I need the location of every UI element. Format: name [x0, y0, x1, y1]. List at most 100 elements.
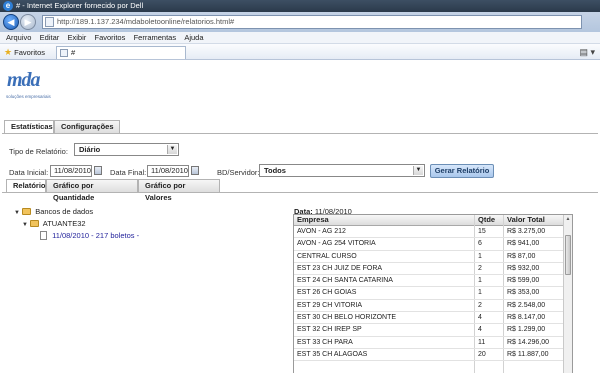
table-row[interactable]: CENTRAL CURSO 1 R$ 87,00	[294, 251, 564, 263]
menu-bar: Arquivo Editar Exibir Favoritos Ferramen…	[0, 32, 600, 44]
scroll-thumb[interactable]	[565, 235, 571, 275]
table-row[interactable]: AVON - AG 212 15 R$ 3.275,00	[294, 226, 564, 239]
cell-qtde: 6	[478, 240, 482, 248]
column-qtde[interactable]: Qtde	[478, 215, 495, 225]
address-bar[interactable]: http://189.1.137.234/mdaboletoonline/rel…	[42, 15, 582, 29]
cell-valor-total: R$ 11.887,00	[507, 350, 549, 358]
cell-empresa: EST 30 CH BELO HORIZONTE	[297, 314, 397, 322]
collapse-icon[interactable]: ▼	[22, 220, 28, 230]
address-row: ◀ ▶ http://189.1.137.234/mdaboletoonline…	[0, 12, 600, 32]
tree-node-child[interactable]: ▼ ATUANTE32	[22, 219, 86, 230]
window-titlebar: e # - Internet Explorer fornecido por De…	[0, 0, 600, 12]
cell-valor-total: R$ 14.296,00	[507, 338, 550, 346]
menu-exibir[interactable]: Exibir	[68, 32, 87, 44]
cell-empresa: EST 29 CH VITORIA	[297, 301, 363, 309]
star-icon: ★	[4, 47, 13, 57]
favorites-button[interactable]: ★ Favoritos	[4, 47, 45, 58]
company-logo: mda soluções empresariais	[4, 67, 52, 107]
window-title: # - Internet Explorer fornecido por Dell	[16, 1, 144, 10]
table-row[interactable]: EST 30 CH BELO HORIZONTE 4 R$ 8.147,00	[294, 312, 564, 325]
table-scrollbar[interactable]: ▲	[563, 215, 572, 373]
cell-valor-total: R$ 1.299,00	[507, 326, 546, 334]
gerar-relatorio-button[interactable]: Gerar Relatório	[430, 164, 494, 178]
table-row[interactable]: AVON - AG 254 VITORIA 6 R$ 941,00	[294, 238, 564, 251]
cell-valor-total: R$ 932,00	[507, 264, 540, 272]
tab-grafico-valores[interactable]: Gráfico por Valores	[138, 179, 220, 202]
column-empresa[interactable]: Empresa	[297, 215, 329, 225]
table-row[interactable]: EST 32 CH IREP SP 4 R$ 1.299,00	[294, 324, 564, 337]
tabs-divider	[2, 133, 598, 134]
page-tools-icon[interactable]: ▤ ▾	[579, 47, 595, 58]
tab-grafico-quantidade[interactable]: Gráfico por Quantidade	[46, 179, 138, 202]
document-icon	[40, 231, 47, 240]
collapse-icon[interactable]: ▼	[14, 208, 20, 218]
forward-button[interactable]: ▶	[20, 14, 36, 30]
cell-qtde: 2	[478, 301, 482, 309]
menu-arquivo[interactable]: Arquivo	[6, 32, 31, 44]
tab-estatisticas[interactable]: Estatísticas	[4, 120, 54, 134]
cell-empresa: EST 23 CH JUIZ DE FORA	[297, 264, 383, 272]
cell-qtde: 1	[478, 252, 482, 260]
servidor-select[interactable]: Todos ▼	[259, 164, 425, 177]
tree-node-leaf[interactable]: 11/08/2010 - 217 boletos -	[40, 231, 139, 241]
data-final-input[interactable]: 11/08/2010	[147, 165, 189, 177]
cell-empresa: EST 24 CH SANTA CATARINA	[297, 277, 393, 285]
table-row[interactable]: EST 26 CH GOIAS 1 R$ 353,00	[294, 287, 564, 300]
tree-leaf-link[interactable]: 11/08/2010 - 217 boletos -	[52, 231, 139, 240]
calendar-icon[interactable]	[191, 166, 199, 175]
menu-ferramentas[interactable]: Ferramentas	[134, 32, 177, 44]
menu-editar[interactable]: Editar	[40, 32, 60, 44]
cell-valor-total: R$ 3.275,00	[507, 228, 546, 235]
cell-qtde: 1	[478, 289, 482, 297]
cell-empresa: CENTRAL CURSO	[297, 252, 357, 260]
table-row[interactable]: EST 33 CH PARA 11 R$ 14.296,00	[294, 337, 564, 349]
cell-qtde: 4	[478, 314, 482, 322]
cell-empresa: EST 33 CH PARA	[297, 338, 353, 346]
browser-tab[interactable]: #	[56, 46, 186, 59]
tab-relatorio[interactable]: Relatório	[6, 179, 46, 193]
menu-favoritos[interactable]: Favoritos	[95, 32, 126, 44]
table-row[interactable]: EST 35 CH ALAGOAS 20 R$ 11.887,00	[294, 349, 564, 362]
cell-empresa: EST 26 CH GOIAS	[297, 289, 357, 297]
back-button[interactable]: ◀	[3, 14, 19, 30]
cell-empresa: AVON - AG 254 VITORIA	[297, 240, 376, 248]
favorites-label: Favoritos	[14, 48, 46, 57]
cell-valor-total: R$ 2.548,00	[507, 301, 546, 309]
table-row[interactable]: EST 29 CH VITORIA 2 R$ 2.548,00	[294, 300, 564, 313]
favorites-bar: ★ Favoritos # ▤ ▾	[0, 44, 600, 60]
address-text: http://189.1.137.234/mdaboletoonline/rel…	[57, 17, 235, 26]
calendar-icon[interactable]	[94, 166, 102, 175]
cell-qtde: 15	[478, 228, 486, 235]
page-icon	[45, 17, 54, 27]
servidor-value: Todos	[264, 166, 286, 175]
data-inicial-input[interactable]: 11/08/2010	[50, 165, 92, 177]
cell-valor-total: R$ 8.147,00	[507, 314, 546, 322]
cell-qtde: 20	[478, 350, 486, 358]
chevron-down-icon: ▼	[167, 145, 177, 154]
data-final-label: Data Final:	[110, 168, 147, 177]
tipo-relatorio-label: Tipo de Relatório:	[9, 147, 68, 156]
cell-qtde: 4	[478, 326, 482, 334]
logo-name: mda	[7, 69, 41, 91]
results-table: Empresa Qtde Valor Total AVON - AG 212 15…	[293, 214, 573, 373]
table-header: Empresa Qtde Valor Total	[294, 215, 564, 226]
menu-ajuda[interactable]: Ajuda	[184, 32, 203, 44]
cell-empresa: AVON - AG 212	[297, 228, 346, 235]
cell-qtde: 11	[478, 338, 486, 346]
tab-page-icon	[60, 49, 68, 57]
tipo-relatorio-value: Diário	[79, 145, 101, 154]
cell-valor-total: R$ 353,00	[507, 289, 540, 297]
cell-empresa: EST 32 CH IREP SP	[297, 326, 362, 334]
cell-valor-total: R$ 87,00	[507, 252, 536, 260]
column-valor-total[interactable]: Valor Total	[507, 215, 545, 225]
browser-tab-title: #	[71, 48, 76, 57]
tab-configuracoes[interactable]: Configurações	[54, 120, 120, 133]
table-row[interactable]: EST 24 CH SANTA CATARINA 1 R$ 599,00	[294, 275, 564, 288]
tipo-relatorio-select[interactable]: Diário ▼	[74, 143, 179, 156]
tree-node-root[interactable]: ▼ Bancos de dados	[14, 207, 93, 218]
page-content: mda soluções empresariais Estatísticas C…	[0, 61, 600, 373]
table-row[interactable]: EST 23 CH JUIZ DE FORA 2 R$ 932,00	[294, 263, 564, 276]
scroll-up-icon[interactable]: ▲	[564, 215, 572, 223]
folder-icon	[22, 208, 32, 215]
cell-valor-total: R$ 599,00	[507, 277, 540, 285]
